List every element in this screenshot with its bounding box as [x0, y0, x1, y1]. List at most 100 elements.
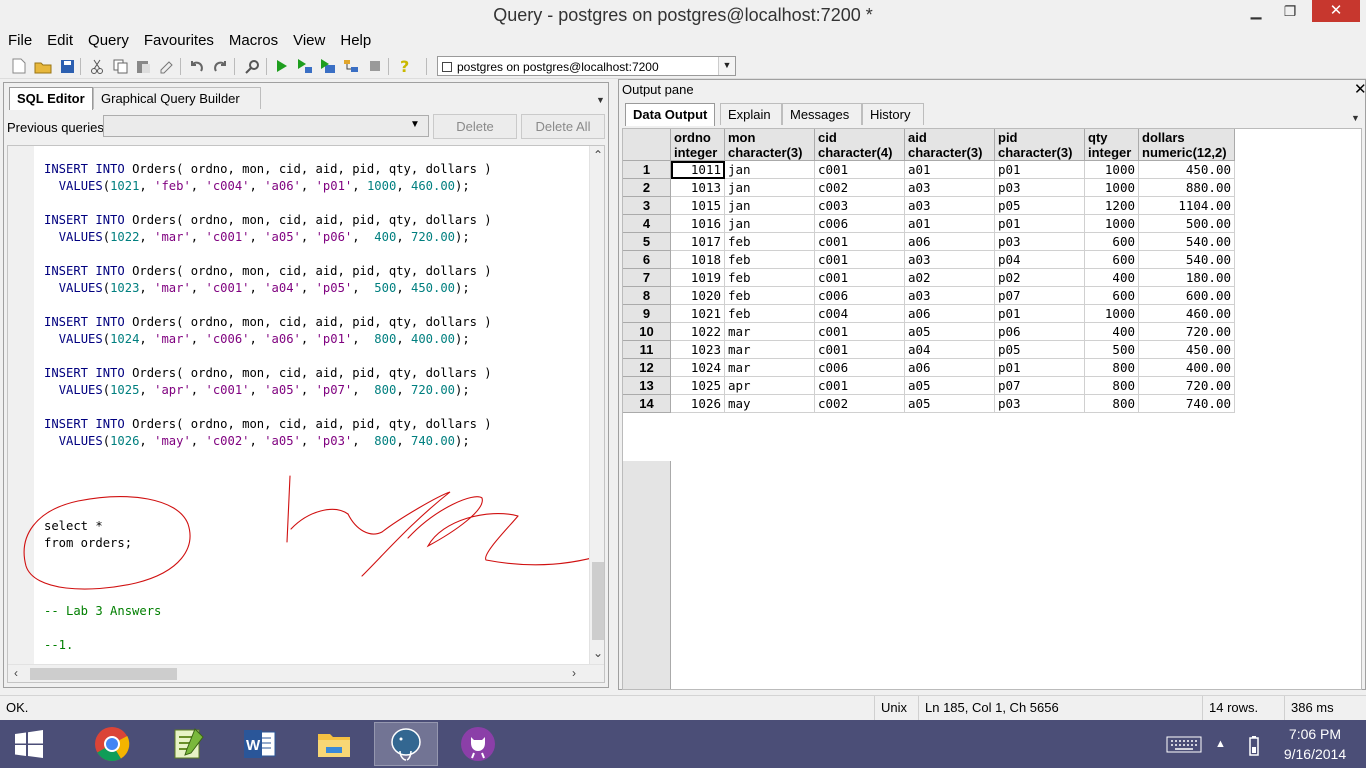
table-cell[interactable]: c006 [815, 215, 905, 233]
row-header[interactable]: 14 [623, 395, 671, 413]
table-cell[interactable]: feb [725, 233, 815, 251]
table-cell[interactable]: 880.00 [1139, 179, 1235, 197]
word-icon[interactable]: W [228, 722, 292, 766]
table-cell[interactable]: c006 [815, 359, 905, 377]
table-cell[interactable]: p01 [995, 215, 1085, 233]
table-cell[interactable]: 180.00 [1139, 269, 1235, 287]
open-folder-icon[interactable] [34, 57, 52, 75]
table-cell[interactable]: 1020 [671, 287, 725, 305]
vertical-scrollbar[interactable]: ⌃ ⌄ [589, 146, 604, 664]
pgadmin-icon[interactable] [374, 722, 438, 766]
battery-icon[interactable] [1248, 735, 1260, 760]
table-cell[interactable]: mar [725, 359, 815, 377]
table-cell[interactable]: p01 [995, 161, 1085, 179]
row-header[interactable]: 9 [623, 305, 671, 323]
table-cell[interactable]: 400 [1085, 323, 1139, 341]
windows-start-icon[interactable] [0, 722, 58, 766]
table-cell[interactable]: 720.00 [1139, 323, 1235, 341]
table-cell[interactable]: jan [725, 197, 815, 215]
table-cell[interactable]: 1026 [671, 395, 725, 413]
column-header-aid[interactable]: aid character(3) [905, 129, 995, 161]
row-header[interactable]: 8 [623, 287, 671, 305]
table-cell[interactable]: feb [725, 269, 815, 287]
cut-icon[interactable] [88, 57, 106, 75]
table-cell[interactable]: 540.00 [1139, 233, 1235, 251]
table-cell[interactable]: c001 [815, 233, 905, 251]
connection-select[interactable]: postgres on postgres@localhost:7200 ▼ [437, 56, 736, 76]
table-cell[interactable]: 1023 [671, 341, 725, 359]
column-header-ordno[interactable]: ordno integer [671, 129, 725, 161]
scroll-left-icon[interactable]: ‹ [14, 666, 18, 680]
table-cell[interactable]: p01 [995, 359, 1085, 377]
table-cell[interactable]: 450.00 [1139, 341, 1235, 359]
table-cell[interactable]: 600.00 [1139, 287, 1235, 305]
undo-icon[interactable] [187, 57, 205, 75]
table-cell[interactable]: 1000 [1085, 161, 1139, 179]
menu-favourites[interactable]: Favourites [136, 30, 221, 53]
table-cell[interactable]: 1017 [671, 233, 725, 251]
table-cell[interactable]: 500.00 [1139, 215, 1235, 233]
table-cell[interactable]: a06 [905, 359, 995, 377]
horizontal-scrollbar[interactable]: ‹ › [8, 664, 604, 682]
execute-icon[interactable] [273, 57, 291, 75]
table-cell[interactable]: 1024 [671, 359, 725, 377]
chevron-down-icon[interactable]: ▼ [1351, 113, 1360, 123]
table-cell[interactable]: 1000 [1085, 215, 1139, 233]
delete-all-button[interactable]: Delete All [521, 114, 605, 139]
sql-editor[interactable]: INSERT INTO Orders( ordno, mon, cid, aid… [7, 145, 605, 683]
scrollbar-thumb[interactable] [592, 562, 604, 640]
table-cell[interactable]: p02 [995, 269, 1085, 287]
menu-macros[interactable]: Macros [221, 30, 285, 53]
table-cell[interactable]: c004 [815, 305, 905, 323]
table-cell[interactable]: 460.00 [1139, 305, 1235, 323]
table-cell[interactable]: a03 [905, 251, 995, 269]
menu-help[interactable]: Help [332, 30, 378, 53]
table-cell[interactable]: jan [725, 215, 815, 233]
file-explorer-icon[interactable] [302, 722, 366, 766]
table-cell[interactable]: 1000 [1085, 305, 1139, 323]
minimize-button[interactable]: ▁ [1238, 0, 1274, 22]
clear-icon[interactable] [157, 57, 175, 75]
table-cell[interactable]: may [725, 395, 815, 413]
find-icon[interactable] [243, 57, 261, 75]
explain-icon[interactable] [342, 57, 360, 75]
menu-edit[interactable]: Edit [39, 30, 80, 53]
row-header[interactable]: 4 [623, 215, 671, 233]
table-cell[interactable]: apr [725, 377, 815, 395]
table-cell[interactable]: 400 [1085, 269, 1139, 287]
table-cell[interactable]: 500 [1085, 341, 1139, 359]
table-cell[interactable]: a03 [905, 197, 995, 215]
row-header[interactable]: 13 [623, 377, 671, 395]
table-cell[interactable]: 540.00 [1139, 251, 1235, 269]
new-file-icon[interactable] [10, 57, 28, 75]
close-button[interactable]: ✕ [1312, 0, 1360, 22]
table-cell[interactable]: 1021 [671, 305, 725, 323]
table-cell[interactable]: a05 [905, 377, 995, 395]
table-cell[interactable]: c001 [815, 269, 905, 287]
table-cell[interactable]: 1000 [1085, 179, 1139, 197]
table-cell[interactable]: c001 [815, 161, 905, 179]
table-cell[interactable]: c001 [815, 323, 905, 341]
table-cell[interactable]: a06 [905, 305, 995, 323]
table-cell[interactable]: c001 [815, 341, 905, 359]
tab-messages[interactable]: Messages [782, 103, 862, 125]
tab-history[interactable]: History [862, 103, 924, 125]
table-cell[interactable]: 1013 [671, 179, 725, 197]
execute-pgscript-icon[interactable] [296, 57, 314, 75]
table-cell[interactable]: 1019 [671, 269, 725, 287]
table-cell[interactable]: a01 [905, 215, 995, 233]
table-cell[interactable]: 600 [1085, 233, 1139, 251]
row-header[interactable]: 7 [623, 269, 671, 287]
chevron-down-icon[interactable]: ▼ [596, 95, 605, 105]
table-cell[interactable]: 1011 [671, 161, 725, 179]
chrome-icon[interactable] [80, 722, 144, 766]
paste-icon[interactable] [134, 57, 152, 75]
chevron-down-icon[interactable]: ▼ [718, 57, 735, 75]
system-clock[interactable]: 7:06 PM 9/16/2014 [1270, 724, 1360, 764]
scroll-right-icon[interactable]: › [572, 666, 576, 680]
table-cell[interactable]: c001 [815, 251, 905, 269]
row-header[interactable]: 2 [623, 179, 671, 197]
redo-icon[interactable] [211, 57, 229, 75]
table-cell[interactable]: a03 [905, 287, 995, 305]
table-cell[interactable]: c006 [815, 287, 905, 305]
